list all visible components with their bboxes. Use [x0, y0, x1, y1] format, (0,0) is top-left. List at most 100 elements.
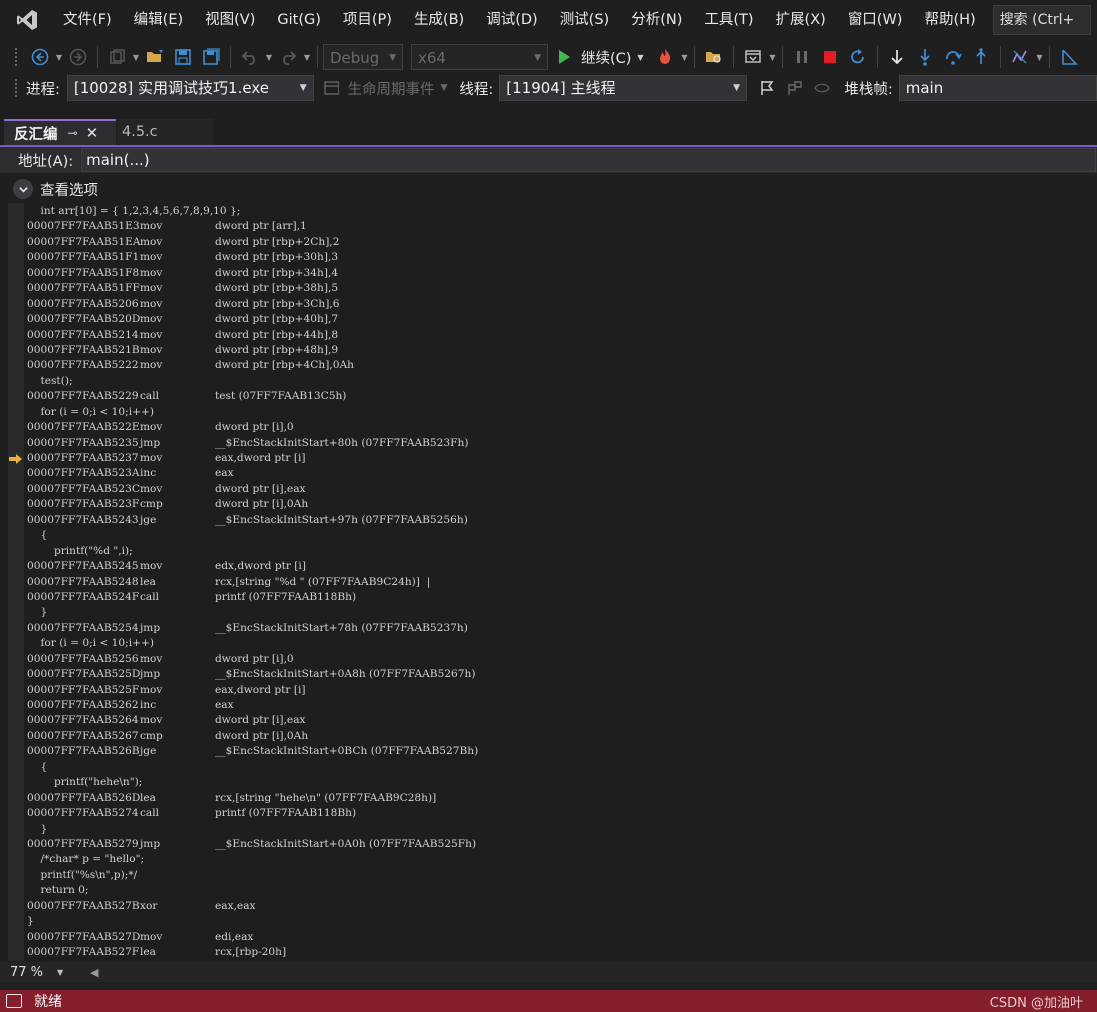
restart-icon[interactable]	[844, 43, 872, 71]
chevron-down-icon[interactable]: ▼	[767, 53, 777, 62]
step-into-icon[interactable]	[911, 43, 939, 71]
menu-item[interactable]: 视图(V)	[194, 0, 266, 40]
mnemonic-text: mov	[140, 343, 163, 356]
source-text: test();	[27, 374, 73, 387]
status-bar: 就绪 CSDN @加油叶	[0, 990, 1097, 1012]
continue-button[interactable]: 继续(C) ▼	[556, 47, 645, 68]
stack-frame-label: 堆栈帧:	[844, 81, 893, 98]
mnemonic-text: mov	[140, 359, 163, 372]
open-folder-icon[interactable]	[141, 43, 169, 71]
mnemonic-text: jge	[140, 513, 157, 526]
indicator-margin[interactable]	[8, 203, 24, 961]
menu-item[interactable]: 帮助(H)	[913, 0, 986, 40]
scroll-left-icon[interactable]: ◀	[90, 966, 98, 979]
address-text: 00007FF7FAAB5248	[27, 575, 139, 588]
stop-debugging-icon[interactable]	[816, 43, 844, 71]
configuration-value: Debug	[330, 49, 380, 67]
horizontal-scrollbar[interactable]	[98, 962, 1097, 982]
view-options-header[interactable]: 查看选项	[0, 175, 1097, 203]
visual-studio-logo-icon[interactable]	[14, 7, 40, 33]
navigate-back-icon[interactable]	[26, 43, 54, 71]
status-icon	[6, 994, 22, 1008]
hot-reload-icon[interactable]	[651, 43, 679, 71]
save-all-icon[interactable]	[197, 43, 225, 71]
tab-4-5-c[interactable]: 4.5.c	[118, 119, 213, 145]
mnemonic-text: call	[140, 807, 160, 820]
disassembly-view[interactable]: int arr[10] = { 1,2,3,4,5,6,7,8,9,10 }; 0…	[0, 203, 1097, 961]
chevron-down-icon[interactable]	[13, 179, 33, 199]
source-text: }	[27, 606, 48, 619]
view-options-label: 查看选项	[40, 182, 98, 199]
address-text: 00007FF7FAAB51E3	[27, 220, 140, 233]
address-text: 00007FF7FAAB5235	[27, 436, 139, 449]
menu-item[interactable]: 扩展(X)	[765, 0, 837, 40]
menu-item[interactable]: 项目(P)	[332, 0, 403, 40]
live-share-icon[interactable]	[1055, 43, 1083, 71]
menu-item[interactable]: Git(G)	[266, 0, 332, 40]
operand-text: dword ptr [rbp+48h],9	[215, 343, 339, 356]
operand-text: __$EncStackInitStart+80h (07FF7FAAB523Fh…	[215, 436, 469, 449]
chevron-down-icon[interactable]: ▼	[1034, 53, 1044, 62]
address-text: 00007FF7FAAB521B	[27, 343, 140, 356]
tab-disassembly[interactable]: 反汇编 ⊸ ✕	[4, 119, 116, 145]
solution-platform-select[interactable]: x64 ▼	[411, 44, 548, 70]
address-bar: 地址(A): main(...)	[0, 147, 1097, 173]
operand-text: dword ptr [rbp+44h],8	[215, 328, 339, 341]
flag-icon[interactable]	[753, 74, 781, 102]
address-text: 00007FF7FAAB5274	[27, 807, 139, 820]
menu-item[interactable]: 窗口(W)	[837, 0, 914, 40]
address-text: 00007FF7FAAB5206	[27, 297, 139, 310]
break-all-icon	[788, 43, 816, 71]
diagnostic-tools-icon[interactable]	[1006, 43, 1034, 71]
process-select[interactable]: [10028] 实用调试技巧1.exe ▼	[66, 75, 314, 101]
source-text: }	[27, 822, 48, 835]
close-icon[interactable]: ✕	[86, 124, 99, 142]
menu-item[interactable]: 文件(F)	[52, 0, 123, 40]
standard-toolbar: ▼ ▼ ▼ ▼ Debug ▼ x64 ▼ 继续(C) ▼ ▼ ▼ ▼	[0, 40, 1097, 74]
chevron-down-icon[interactable]: ▼	[679, 53, 689, 62]
toolbar-grip[interactable]	[14, 47, 18, 67]
address-input[interactable]: main(...)	[81, 148, 1097, 172]
address-text: 00007FF7FAAB524F	[27, 590, 140, 603]
operand-text: dword ptr [i],0Ah	[215, 498, 309, 511]
show-next-statement-icon[interactable]	[883, 43, 911, 71]
mnemonic-text: mov	[140, 235, 163, 248]
mnemonic-text: mov	[140, 930, 163, 943]
operand-text: dword ptr [rbp+38h],5	[215, 282, 339, 295]
source-text: printf("%s\n",p);*/	[27, 868, 138, 881]
solution-configuration-select[interactable]: Debug ▼	[323, 44, 403, 70]
chevron-down-icon[interactable]: ▼	[54, 53, 64, 62]
menu-item[interactable]: 分析(N)	[620, 0, 693, 40]
solution-explorer-icon[interactable]	[700, 43, 728, 71]
address-text: 00007FF7FAAB5229	[27, 390, 139, 403]
operand-text: __$EncStackInitStart+0A8h (07FF7FAAB5267…	[215, 668, 476, 681]
zoom-select[interactable]: 77 % ▼	[4, 962, 82, 982]
menu-item[interactable]: 生成(B)	[403, 0, 475, 40]
toolbar-grip[interactable]	[14, 78, 18, 98]
chevron-down-icon[interactable]: ▼	[635, 53, 645, 62]
save-icon[interactable]	[169, 43, 197, 71]
play-icon	[559, 50, 570, 64]
stack-frame-select[interactable]: main	[898, 75, 1097, 101]
mnemonic-text: xor	[140, 899, 158, 912]
address-text: 00007FF7FAAB523C	[27, 482, 140, 495]
step-out-icon[interactable]	[967, 43, 995, 71]
process-value: [10028] 实用调试技巧1.exe	[73, 79, 269, 97]
menu-item[interactable]: 调试(D)	[475, 0, 548, 40]
chevron-down-icon: ▼	[265, 52, 273, 62]
mnemonic-text: lea	[140, 575, 156, 588]
menu-item[interactable]: 编辑(E)	[123, 0, 194, 40]
address-text: 00007FF7FAAB522E	[27, 421, 140, 434]
toolbar-separator	[733, 46, 735, 68]
menu-item[interactable]: 工具(T)	[693, 0, 764, 40]
thread-select[interactable]: [11904] 主线程 ▼	[499, 75, 748, 101]
step-over-icon[interactable]	[939, 43, 967, 71]
chevron-down-icon: ▼	[534, 53, 541, 63]
application-insights-icon[interactable]	[739, 43, 767, 71]
menu-item[interactable]: 测试(S)	[549, 0, 621, 40]
stack-frame-value: main	[905, 79, 944, 97]
search-input[interactable]: 搜索 (Ctrl+	[992, 5, 1091, 35]
toolbar-separator	[1000, 46, 1002, 68]
pin-icon[interactable]: ⊸	[68, 126, 78, 140]
address-text: 00007FF7FAAB5254	[27, 621, 139, 634]
